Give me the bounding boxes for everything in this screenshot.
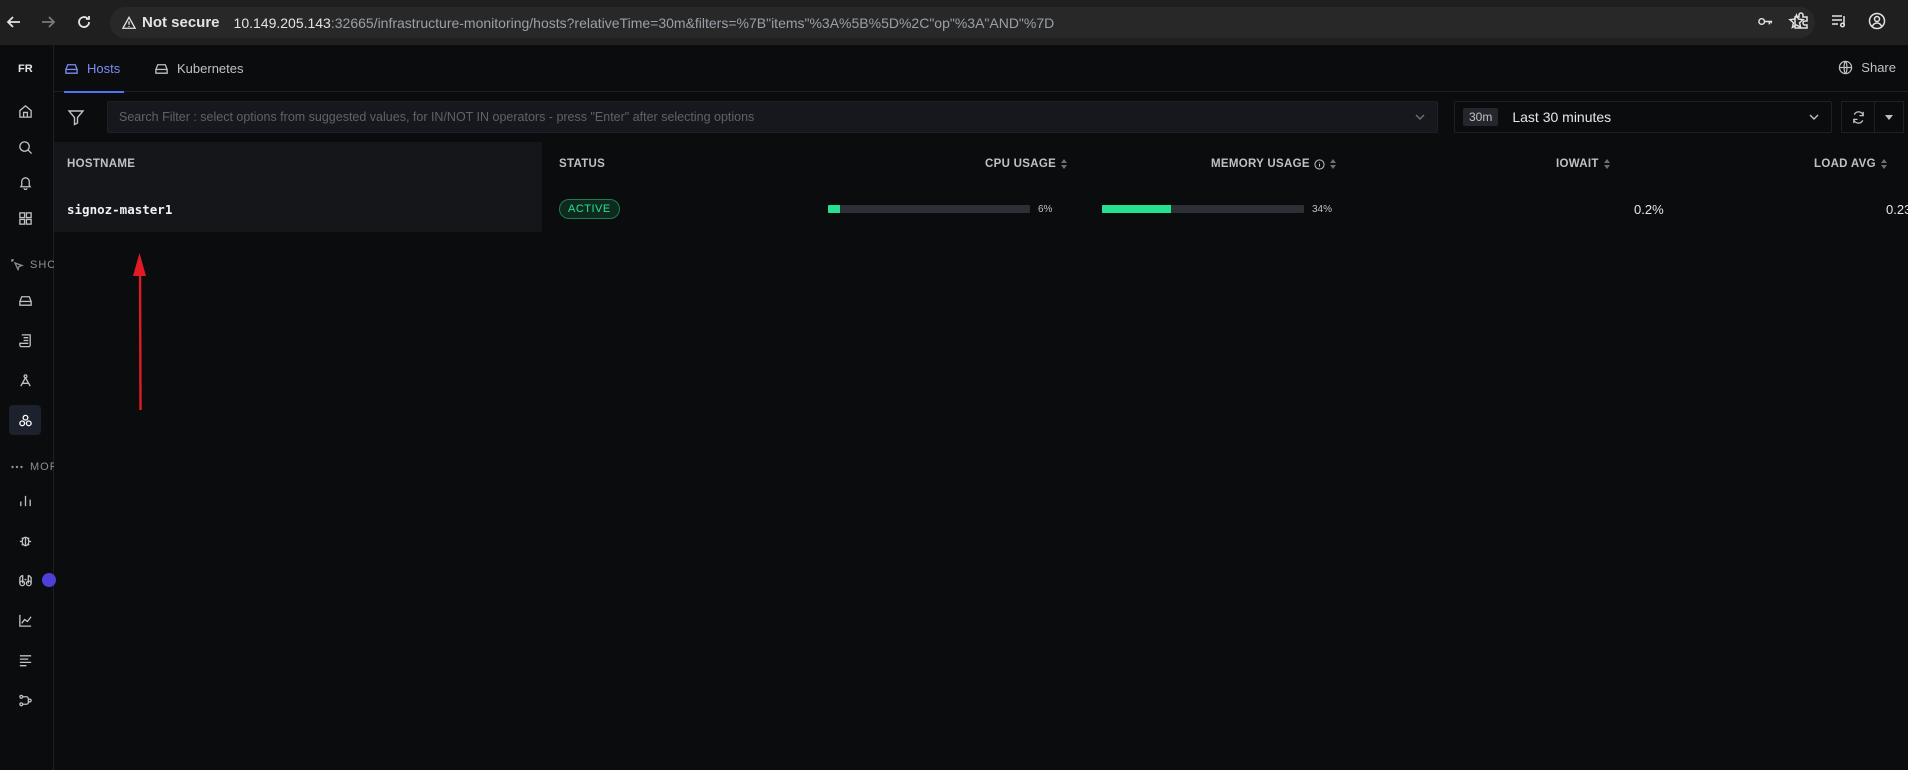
tab-hosts[interactable]: Hosts	[64, 45, 124, 93]
reload-icon[interactable]	[70, 8, 98, 36]
media-icon[interactable]	[1830, 12, 1848, 30]
new-badge	[42, 573, 56, 587]
table-header: HOSTNAME STATUS CPU USAGE MEMORY USAGE I…	[54, 142, 1908, 186]
kubernetes-icon	[155, 64, 168, 74]
url-host: 10.149.205.143	[233, 14, 331, 31]
header-status[interactable]: STATUS	[559, 142, 605, 186]
sort-icon[interactable]	[1880, 159, 1888, 169]
cursor-click-icon	[11, 259, 24, 272]
page-tabs: Hosts Kubernetes Share	[54, 45, 1908, 93]
iowait-value: 0.2%	[1634, 201, 1664, 217]
time-range-label: Last 30 minutes	[1512, 109, 1612, 125]
profile-icon[interactable]	[1868, 12, 1886, 30]
url-path: :32665/infrastructure-monitoring/hosts?r…	[330, 14, 1055, 31]
bug-icon[interactable]	[9, 525, 41, 555]
ellipsis-icon	[11, 465, 23, 469]
warning-icon	[122, 15, 136, 29]
forward-icon[interactable]	[34, 8, 62, 36]
infrastructure-monitoring-icon[interactable]	[9, 405, 41, 435]
refresh-interval-dropdown[interactable]	[1874, 101, 1904, 133]
time-range-chip: 30m	[1463, 108, 1499, 126]
refresh-button[interactable]	[1841, 101, 1875, 133]
sort-icon[interactable]	[1060, 159, 1068, 169]
line-chart-icon[interactable]	[9, 605, 41, 635]
annotation-arrow	[133, 253, 146, 411]
dashboards-grid-icon[interactable]	[9, 203, 41, 233]
table-row[interactable]: signoz-master1 ACTIVE 6% 34% 0.2% 0.23	[54, 186, 1908, 232]
back-icon[interactable]	[0, 8, 28, 36]
memory-usage-fill	[1102, 205, 1171, 213]
search-filter[interactable]	[107, 101, 1438, 133]
time-range-picker[interactable]: 30m Last 30 minutes	[1454, 101, 1832, 133]
sort-icon[interactable]	[1329, 159, 1337, 169]
filter-icon[interactable]	[66, 107, 86, 127]
memory-usage-bar	[1102, 205, 1304, 213]
header-load-avg[interactable]: LOAD AVG	[1814, 142, 1888, 186]
security-indicator[interactable]: Not secure	[110, 14, 220, 31]
sort-icon[interactable]	[1603, 159, 1611, 169]
info-icon[interactable]	[1314, 158, 1325, 170]
home-icon[interactable]	[9, 96, 41, 126]
header-iowait[interactable]: IOWAIT	[1556, 142, 1611, 186]
text-align-icon[interactable]	[9, 645, 41, 675]
browser-toolbar: Not secure 10.149.205.143:32665/infrastr…	[0, 0, 1908, 45]
hostname-cell[interactable]: signoz-master1	[67, 202, 172, 217]
sidebar-section-shortcuts: SHORTCUTS	[10, 258, 54, 272]
pipelines-icon[interactable]	[9, 685, 41, 715]
key-icon[interactable]	[1757, 13, 1774, 30]
chevron-down-icon[interactable]	[1413, 110, 1427, 124]
traces-drafting-icon[interactable]	[9, 365, 41, 395]
alerts-bell-icon[interactable]	[9, 167, 41, 197]
infra-hosts-icon[interactable]	[9, 285, 41, 315]
search-icon[interactable]	[9, 132, 41, 162]
cpu-usage-value: 6%	[1038, 203, 1053, 215]
refresh-icon	[1852, 110, 1864, 124]
status-badge: ACTIVE	[559, 199, 620, 219]
caret-down-icon	[1885, 115, 1893, 120]
header-memory-usage[interactable]: MEMORY USAGE	[1211, 142, 1337, 186]
search-input[interactable]	[119, 110, 1399, 124]
cpu-usage-fill	[828, 205, 841, 213]
logs-scroll-icon[interactable]	[9, 325, 41, 355]
security-label: Not secure	[142, 14, 220, 31]
globe-icon	[1839, 60, 1853, 75]
left-sidebar: FR SHORTCUTS MORE	[0, 45, 56, 770]
address-bar[interactable]: Not secure 10.149.205.143:32665/infrastr…	[110, 7, 1815, 38]
share-button[interactable]: Share	[1838, 60, 1896, 75]
extensions-icon[interactable]	[1792, 12, 1810, 30]
chevron-down-icon[interactable]	[1807, 110, 1821, 124]
header-hostname[interactable]: HOSTNAME	[67, 142, 135, 186]
tab-kubernetes[interactable]: Kubernetes	[154, 45, 244, 92]
sidebar-section-more: MORE	[10, 460, 54, 474]
load-avg-value: 0.23	[1886, 201, 1908, 217]
org-avatar[interactable]: FR	[18, 63, 33, 75]
hosts-table: HOSTNAME STATUS CPU USAGE MEMORY USAGE I…	[54, 142, 1908, 232]
binoculars-icon[interactable]	[9, 565, 41, 595]
header-cpu-usage[interactable]: CPU USAGE	[985, 142, 1068, 186]
hosts-icon	[65, 64, 78, 74]
cpu-usage-bar	[828, 205, 1030, 213]
memory-usage-value: 34%	[1312, 203, 1333, 215]
bar-chart-icon[interactable]	[9, 485, 41, 515]
url-text: 10.149.205.143:32665/infrastructure-moni…	[234, 15, 1055, 31]
